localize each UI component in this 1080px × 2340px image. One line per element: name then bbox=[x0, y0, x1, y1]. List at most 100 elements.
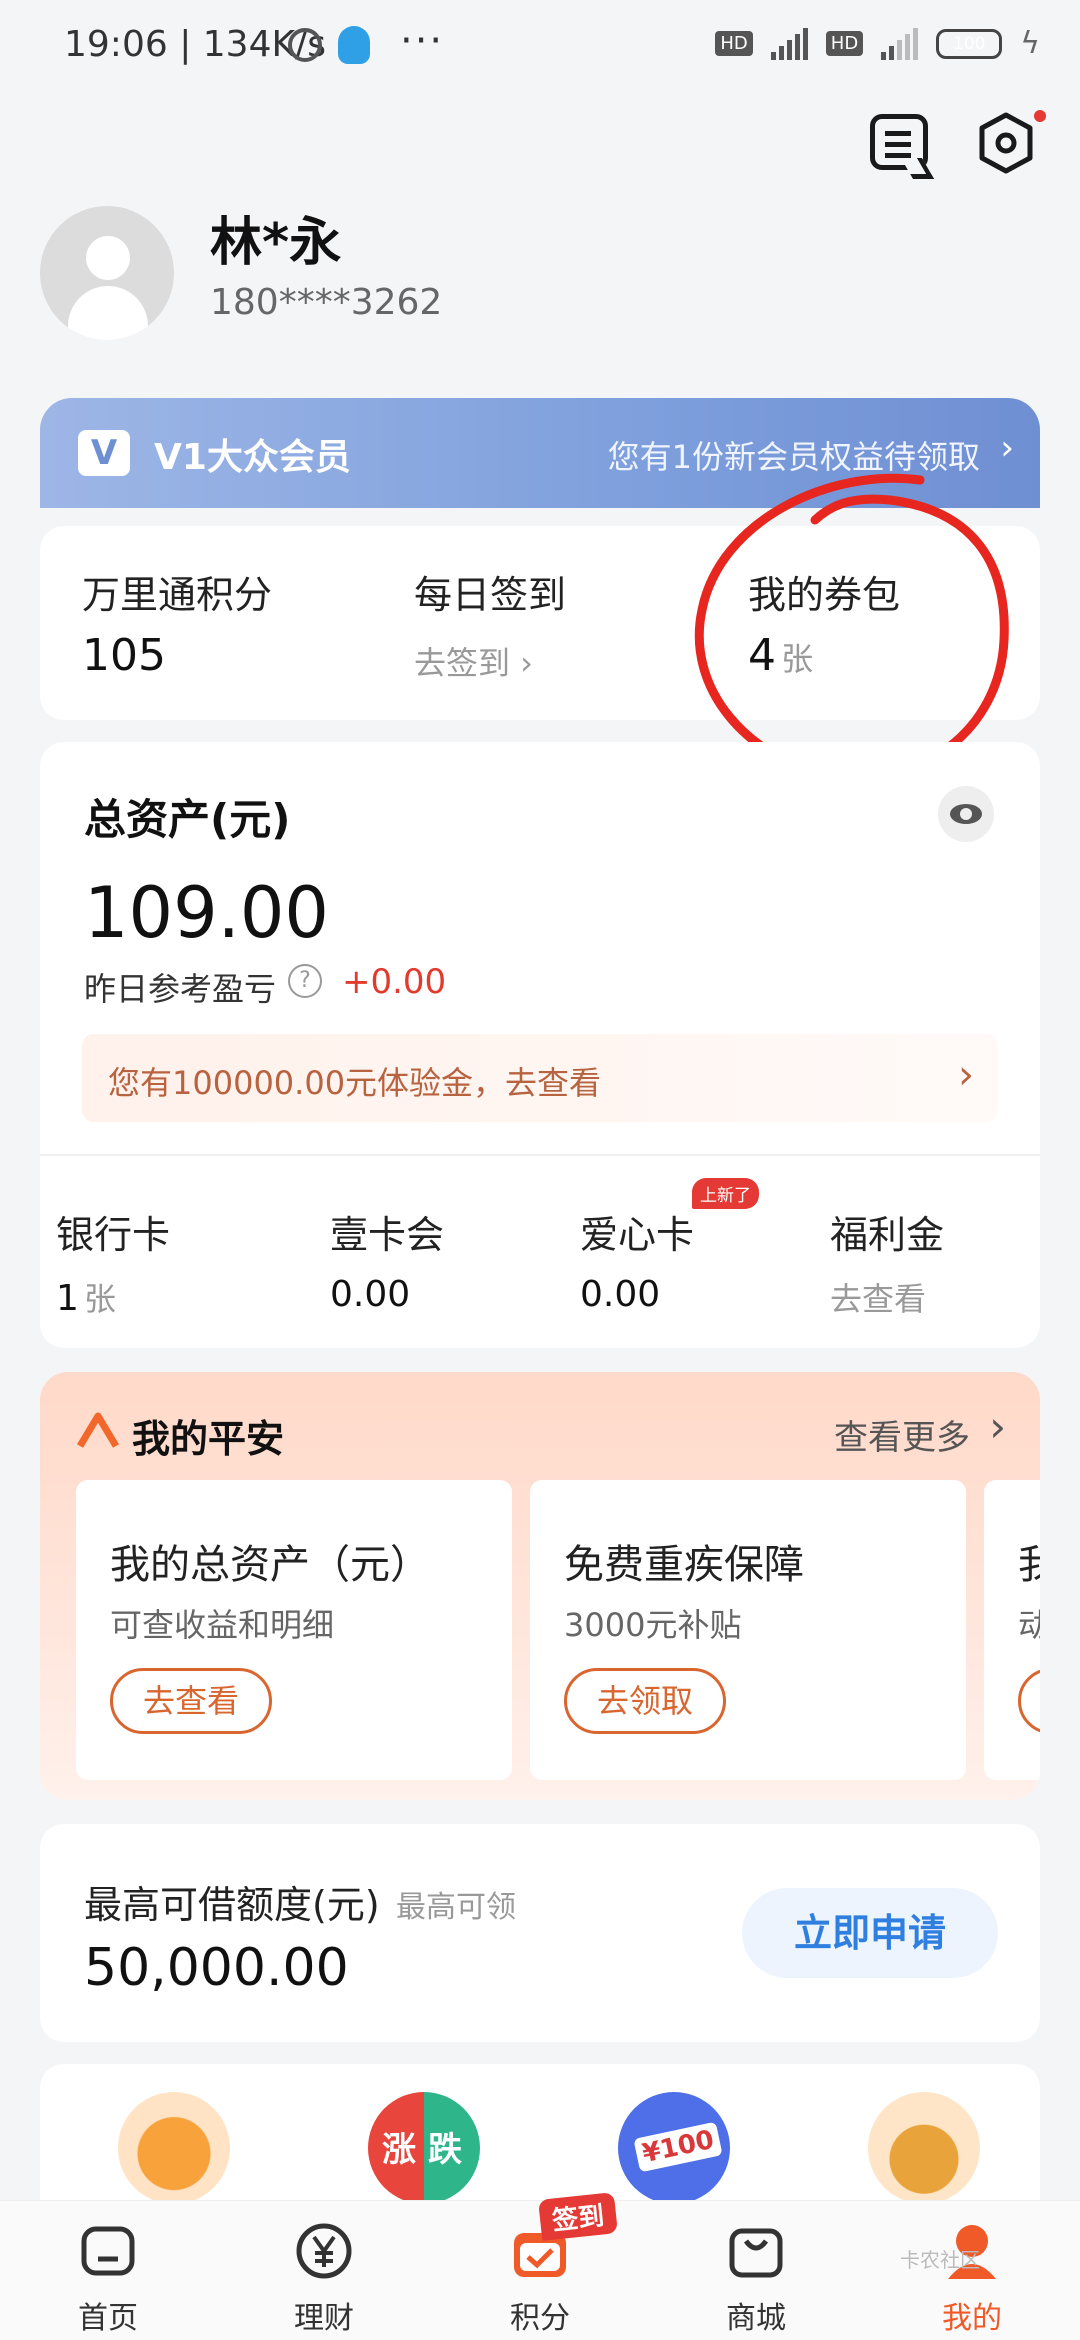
yikahui-label: 壹卡会 bbox=[330, 1213, 445, 1257]
card-desc: 可查收益和明细 bbox=[110, 1606, 335, 1644]
points-value: 105 bbox=[82, 630, 166, 681]
coupon-value: 4 bbox=[748, 630, 776, 681]
new-badge: 上新了 bbox=[692, 1178, 759, 1209]
notification-dot bbox=[1034, 110, 1046, 122]
nav-label: 首页 bbox=[78, 2301, 138, 2336]
bank-card-count: 1 张 bbox=[56, 1274, 116, 1320]
watermark: 卡农社区 bbox=[900, 2248, 980, 2272]
claim-button[interactable]: 去领取 bbox=[564, 1668, 727, 1734]
nav-wealth[interactable]: 理财 bbox=[216, 2201, 432, 2340]
home-icon bbox=[81, 2226, 135, 2276]
card-button[interactable] bbox=[1018, 1668, 1040, 1734]
yuan-icon bbox=[296, 2223, 352, 2279]
chevron-right-icon: › bbox=[958, 1052, 974, 1098]
status-bar: 19:06 | 134K/s ··· HD HD 100 ϟ bbox=[0, 0, 1080, 96]
trial-fund-text: 您有100000.00元体验金，去查看 bbox=[108, 1064, 602, 1102]
nav-label: 积分 bbox=[510, 2301, 570, 2336]
treasure-chest-icon[interactable] bbox=[868, 2092, 980, 2204]
total-assets-card[interactable]: 我的总资产（元） 可查收益和明细 去查看 bbox=[76, 1480, 512, 1780]
user-name[interactable]: 林*永 bbox=[210, 200, 341, 275]
critical-illness-card[interactable]: 免费重疾保障 3000元补贴 去领取 bbox=[530, 1480, 966, 1780]
partial-card[interactable]: 我 动 bbox=[984, 1480, 1040, 1780]
assets-amount[interactable]: 109.00 bbox=[84, 872, 329, 954]
nav-mall[interactable]: 商城 bbox=[648, 2201, 864, 2340]
coupon-stat[interactable]: 我的券包 4 张 bbox=[748, 526, 1028, 720]
member-level: V1大众会员 bbox=[154, 437, 351, 478]
assets-title: 总资产(元) bbox=[84, 795, 291, 844]
signal-icon bbox=[881, 27, 919, 60]
membership-banner[interactable]: V V1大众会员 您有1份新会员权益待领取 › bbox=[40, 398, 1040, 508]
bank-card-unit: 张 bbox=[84, 1280, 117, 1318]
loan-title: 最高可借额度(元) bbox=[84, 1883, 380, 1927]
hd-badge: HD bbox=[715, 31, 753, 56]
alarm-icon bbox=[288, 28, 322, 62]
love-card-label: 爱心卡 bbox=[580, 1213, 695, 1257]
loan-amount: 50,000.00 bbox=[84, 1938, 349, 1998]
nav-home[interactable]: 首页 bbox=[0, 2201, 216, 2340]
battery-icon: 100 bbox=[936, 28, 1003, 59]
charging-icon: ϟ bbox=[1020, 26, 1040, 61]
fall-text: 跌 bbox=[428, 2130, 462, 2170]
card-title: 我的总资产（元） bbox=[110, 1542, 430, 1588]
rise-fall-icon[interactable]: 涨 跌 bbox=[368, 2092, 480, 2204]
chevron-right-icon: › bbox=[1000, 428, 1014, 468]
pnl-value: +0.00 bbox=[342, 962, 447, 1002]
qq-icon bbox=[338, 26, 370, 64]
trial-fund-bar[interactable]: 您有100000.00元体验金，去查看 › bbox=[82, 1034, 998, 1122]
love-card-value: 0.00 bbox=[580, 1274, 661, 1315]
signin-tag: 签到 bbox=[538, 2192, 618, 2241]
yikahui-item[interactable]: 壹卡会 0.00 bbox=[330, 1154, 550, 1348]
signal-icon bbox=[770, 27, 808, 60]
love-card-item[interactable]: 爱心卡 0.00 bbox=[580, 1154, 800, 1348]
rise-text: 涨 bbox=[382, 2130, 416, 2170]
nav-label: 理财 bbox=[294, 2301, 354, 2336]
user-phone: 180****3262 bbox=[210, 282, 443, 323]
assets-card: 总资产(元) 109.00 昨日参考盈亏 ? +0.00 您有100000.00… bbox=[40, 742, 1040, 1348]
nav-label: 商城 bbox=[726, 2301, 786, 2336]
welfare-label: 福利金 bbox=[830, 1213, 945, 1257]
bag-icon bbox=[729, 2228, 783, 2278]
avatar[interactable] bbox=[40, 206, 174, 340]
avatar-head bbox=[86, 236, 130, 280]
hd-badge: HD bbox=[825, 31, 864, 56]
bank-card-value: 1 bbox=[56, 1278, 79, 1319]
more-icon: ··· bbox=[400, 18, 445, 64]
coupon-count: 4 张 bbox=[748, 630, 813, 681]
yikahui-value: 0.00 bbox=[330, 1274, 411, 1315]
pingan-logo-icon bbox=[76, 1412, 120, 1448]
shopping-bag-icon[interactable] bbox=[118, 2092, 230, 2204]
coupon-100-icon[interactable]: ¥100 bbox=[618, 2092, 730, 2204]
bank-card-item[interactable]: 银行卡 1 张 bbox=[56, 1154, 276, 1348]
nav-label: 我的 bbox=[942, 2301, 1002, 2336]
card-title: 我 bbox=[1018, 1542, 1040, 1588]
coupon-unit: 张 bbox=[781, 640, 814, 678]
coupon-text: ¥100 bbox=[633, 2121, 723, 2173]
coupon-label: 我的券包 bbox=[748, 573, 901, 617]
chevron-right-icon[interactable]: › bbox=[989, 1402, 1006, 1451]
welfare-item[interactable]: 福利金 去查看 bbox=[830, 1154, 1030, 1348]
status-indicators: HD HD 100 ϟ bbox=[715, 26, 1040, 61]
apply-now-button[interactable]: 立即申请 bbox=[742, 1888, 998, 1978]
checkin-label: 每日签到 bbox=[414, 573, 567, 617]
status-time: 19:06 | 134K/s bbox=[64, 24, 326, 65]
checkin-stat[interactable]: 每日签到 去签到 › bbox=[414, 526, 714, 720]
member-promo-text: 您有1份新会员权益待领取 bbox=[607, 438, 980, 476]
settings-icon[interactable] bbox=[978, 112, 1034, 174]
card-desc: 3000元补贴 bbox=[564, 1606, 742, 1644]
card-desc: 动 bbox=[1018, 1606, 1040, 1644]
view-button[interactable]: 去查看 bbox=[110, 1668, 273, 1734]
pingan-title: 我的平安 bbox=[132, 1417, 285, 1461]
checkin-action: 去签到 › bbox=[414, 644, 533, 682]
welfare-sub: 去查看 bbox=[830, 1280, 927, 1318]
stats-card: 万里通积分 105 每日签到 去签到 › 我的券包 4 张 bbox=[40, 526, 1040, 720]
my-pingan-section: 我的平安 查看更多 › 我的总资产（元） 可查收益和明细 去查看 免费重疾保障 … bbox=[40, 1372, 1040, 1800]
bank-card-label: 银行卡 bbox=[56, 1213, 171, 1257]
view-more-link[interactable]: 查看更多 bbox=[834, 1410, 970, 1459]
help-icon[interactable]: ? bbox=[288, 964, 322, 998]
points-label: 万里通积分 bbox=[82, 573, 273, 617]
points-stat[interactable]: 万里通积分 105 bbox=[82, 526, 382, 720]
eye-icon[interactable] bbox=[938, 786, 994, 842]
message-icon[interactable] bbox=[870, 114, 928, 170]
loan-subtitle: 最高可领 bbox=[396, 1890, 516, 1925]
pnl-label: 昨日参考盈亏 bbox=[84, 970, 277, 1008]
